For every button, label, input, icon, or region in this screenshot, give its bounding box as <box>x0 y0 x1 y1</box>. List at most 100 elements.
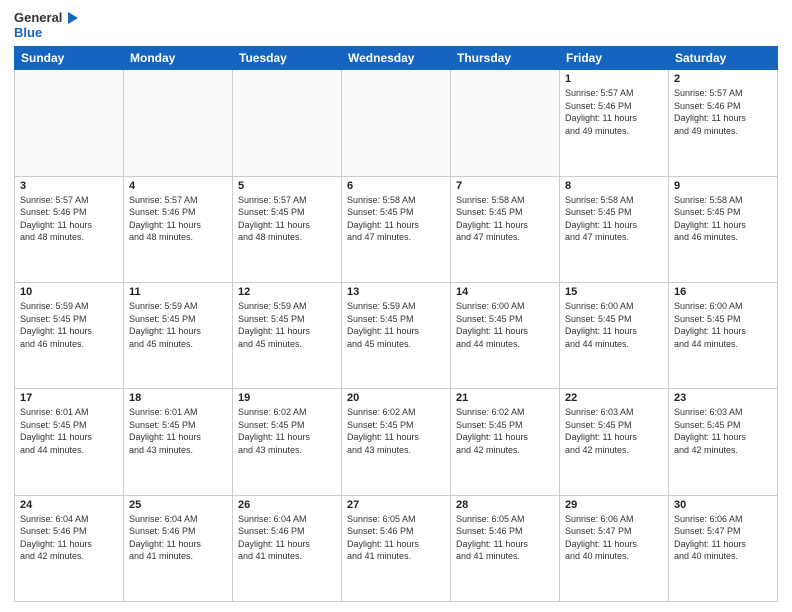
calendar-body: 1Sunrise: 5:57 AM Sunset: 5:46 PM Daylig… <box>15 70 778 602</box>
weekday-header-wednesday: Wednesday <box>342 47 451 70</box>
day-info: Sunrise: 6:00 AM Sunset: 5:45 PM Dayligh… <box>674 300 772 350</box>
calendar-cell: 23Sunrise: 6:03 AM Sunset: 5:45 PM Dayli… <box>669 389 778 495</box>
day-number: 25 <box>129 499 227 511</box>
calendar-cell: 8Sunrise: 5:58 AM Sunset: 5:45 PM Daylig… <box>560 176 669 282</box>
page: General Blue SundayMondayTuesdayWednesda… <box>0 0 792 612</box>
day-info: Sunrise: 5:59 AM Sunset: 5:45 PM Dayligh… <box>129 300 227 350</box>
calendar-cell: 26 Sunrise: 6:04 AM Sunset: 5:46 PM Dayli… <box>233 495 342 601</box>
day-info: Sunrise: 6:06 AM Sunset: 5:47 PM Dayligh… <box>565 513 663 563</box>
logo-triangle-icon <box>64 10 80 26</box>
calendar-cell: 4 Sunrise: 5:57 AM Sunset: 5:46 PM Daylig… <box>124 176 233 282</box>
day-info: Sunrise: 5:57 AM Sunset: 5:46 PM Dayligh… <box>129 194 227 244</box>
calendar-cell: 1Sunrise: 5:57 AM Sunset: 5:46 PM Daylig… <box>560 70 669 176</box>
day-info: Sunrise: 5:57 AM Sunset: 5:46 PM Dayligh… <box>674 87 772 137</box>
calendar-week-4: 24 Sunrise: 6:04 AM Sunset: 5:46 PM Dayli… <box>15 495 778 601</box>
day-number: 20 <box>347 392 445 404</box>
weekday-row: SundayMondayTuesdayWednesdayThursdayFrid… <box>15 47 778 70</box>
calendar-header: SundayMondayTuesdayWednesdayThursdayFrid… <box>15 47 778 70</box>
calendar-cell: 2 Sunrise: 5:57 AM Sunset: 5:46 PM Daylig… <box>669 70 778 176</box>
calendar-cell: 16 Sunrise: 6:00 AM Sunset: 5:45 PM Dayli… <box>669 282 778 388</box>
day-number: 15 <box>565 286 663 298</box>
calendar-cell: 19 Sunrise: 6:02 AM Sunset: 5:45 PM Dayli… <box>233 389 342 495</box>
calendar-cell: 12Sunrise: 5:59 AM Sunset: 5:45 PM Dayli… <box>233 282 342 388</box>
calendar-cell: 9 Sunrise: 5:58 AM Sunset: 5:45 PM Daylig… <box>669 176 778 282</box>
weekday-header-thursday: Thursday <box>451 47 560 70</box>
calendar-cell: 14 Sunrise: 6:00 AM Sunset: 5:45 PM Dayli… <box>451 282 560 388</box>
day-info: Sunrise: 5:57 AM Sunset: 5:45 PM Dayligh… <box>238 194 336 244</box>
weekday-header-saturday: Saturday <box>669 47 778 70</box>
day-number: 26 <box>238 499 336 511</box>
calendar-cell: 27 Sunrise: 6:05 AM Sunset: 5:46 PM Dayli… <box>342 495 451 601</box>
day-number: 30 <box>674 499 772 511</box>
day-number: 9 <box>674 180 772 192</box>
day-info: Sunrise: 6:00 AM Sunset: 5:45 PM Dayligh… <box>565 300 663 350</box>
day-info: Sunrise: 6:05 AM Sunset: 5:46 PM Dayligh… <box>347 513 445 563</box>
calendar-cell <box>342 70 451 176</box>
calendar-cell: 17 Sunrise: 6:01 AM Sunset: 5:45 PM Dayli… <box>15 389 124 495</box>
calendar-week-2: 10 Sunrise: 5:59 AM Sunset: 5:45 PM Dayli… <box>15 282 778 388</box>
calendar-cell: 13 Sunrise: 5:59 AM Sunset: 5:45 PM Dayli… <box>342 282 451 388</box>
day-number: 12 <box>238 286 336 298</box>
day-info: Sunrise: 5:58 AM Sunset: 5:45 PM Dayligh… <box>456 194 554 244</box>
calendar: SundayMondayTuesdayWednesdayThursdayFrid… <box>14 46 778 602</box>
day-number: 7 <box>456 180 554 192</box>
day-info: Sunrise: 5:59 AM Sunset: 5:45 PM Dayligh… <box>20 300 118 350</box>
day-number: 17 <box>20 392 118 404</box>
day-number: 16 <box>674 286 772 298</box>
calendar-cell <box>15 70 124 176</box>
day-info: Sunrise: 6:03 AM Sunset: 5:45 PM Dayligh… <box>565 406 663 456</box>
weekday-header-friday: Friday <box>560 47 669 70</box>
day-info: Sunrise: 6:03 AM Sunset: 5:45 PM Dayligh… <box>674 406 772 456</box>
calendar-cell: 15 Sunrise: 6:00 AM Sunset: 5:45 PM Dayli… <box>560 282 669 388</box>
weekday-header-monday: Monday <box>124 47 233 70</box>
calendar-cell: 21 Sunrise: 6:02 AM Sunset: 5:45 PM Dayli… <box>451 389 560 495</box>
calendar-cell: 10 Sunrise: 5:59 AM Sunset: 5:45 PM Dayli… <box>15 282 124 388</box>
day-info: Sunrise: 5:57 AM Sunset: 5:46 PM Dayligh… <box>20 194 118 244</box>
day-info: Sunrise: 6:04 AM Sunset: 5:46 PM Dayligh… <box>129 513 227 563</box>
weekday-header-tuesday: Tuesday <box>233 47 342 70</box>
day-info: Sunrise: 5:59 AM Sunset: 5:45 PM Dayligh… <box>347 300 445 350</box>
calendar-cell <box>451 70 560 176</box>
day-info: Sunrise: 6:04 AM Sunset: 5:46 PM Dayligh… <box>238 513 336 563</box>
calendar-week-1: 3Sunrise: 5:57 AM Sunset: 5:46 PM Daylig… <box>15 176 778 282</box>
day-info: Sunrise: 6:05 AM Sunset: 5:46 PM Dayligh… <box>456 513 554 563</box>
calendar-cell: 20Sunrise: 6:02 AM Sunset: 5:45 PM Dayli… <box>342 389 451 495</box>
calendar-cell <box>124 70 233 176</box>
logo-general: General <box>14 11 62 25</box>
day-info: Sunrise: 6:02 AM Sunset: 5:45 PM Dayligh… <box>238 406 336 456</box>
calendar-cell: 3Sunrise: 5:57 AM Sunset: 5:46 PM Daylig… <box>15 176 124 282</box>
day-number: 21 <box>456 392 554 404</box>
day-number: 24 <box>20 499 118 511</box>
day-number: 5 <box>238 180 336 192</box>
day-info: Sunrise: 6:02 AM Sunset: 5:45 PM Dayligh… <box>456 406 554 456</box>
day-info: Sunrise: 6:00 AM Sunset: 5:45 PM Dayligh… <box>456 300 554 350</box>
day-number: 13 <box>347 286 445 298</box>
logo-blue: Blue <box>14 26 42 40</box>
day-info: Sunrise: 6:01 AM Sunset: 5:45 PM Dayligh… <box>20 406 118 456</box>
day-number: 2 <box>674 73 772 85</box>
day-number: 8 <box>565 180 663 192</box>
day-info: Sunrise: 5:57 AM Sunset: 5:46 PM Dayligh… <box>565 87 663 137</box>
logo: General Blue <box>14 10 80 40</box>
day-number: 10 <box>20 286 118 298</box>
calendar-cell: 24Sunrise: 6:04 AM Sunset: 5:46 PM Dayli… <box>15 495 124 601</box>
day-number: 27 <box>347 499 445 511</box>
calendar-cell: 11 Sunrise: 5:59 AM Sunset: 5:45 PM Dayli… <box>124 282 233 388</box>
day-number: 14 <box>456 286 554 298</box>
calendar-week-3: 17 Sunrise: 6:01 AM Sunset: 5:45 PM Dayli… <box>15 389 778 495</box>
day-number: 11 <box>129 286 227 298</box>
day-number: 28 <box>456 499 554 511</box>
day-info: Sunrise: 5:58 AM Sunset: 5:45 PM Dayligh… <box>347 194 445 244</box>
day-number: 29 <box>565 499 663 511</box>
calendar-cell: 28 Sunrise: 6:05 AM Sunset: 5:46 PM Dayli… <box>451 495 560 601</box>
calendar-cell <box>233 70 342 176</box>
calendar-cell: 30 Sunrise: 6:06 AM Sunset: 5:47 PM Dayli… <box>669 495 778 601</box>
logo-container: General Blue <box>14 10 80 40</box>
day-number: 4 <box>129 180 227 192</box>
calendar-cell: 7 Sunrise: 5:58 AM Sunset: 5:45 PM Daylig… <box>451 176 560 282</box>
day-info: Sunrise: 5:58 AM Sunset: 5:45 PM Dayligh… <box>674 194 772 244</box>
calendar-cell: 25 Sunrise: 6:04 AM Sunset: 5:46 PM Dayli… <box>124 495 233 601</box>
day-info: Sunrise: 6:06 AM Sunset: 5:47 PM Dayligh… <box>674 513 772 563</box>
day-number: 19 <box>238 392 336 404</box>
day-number: 22 <box>565 392 663 404</box>
